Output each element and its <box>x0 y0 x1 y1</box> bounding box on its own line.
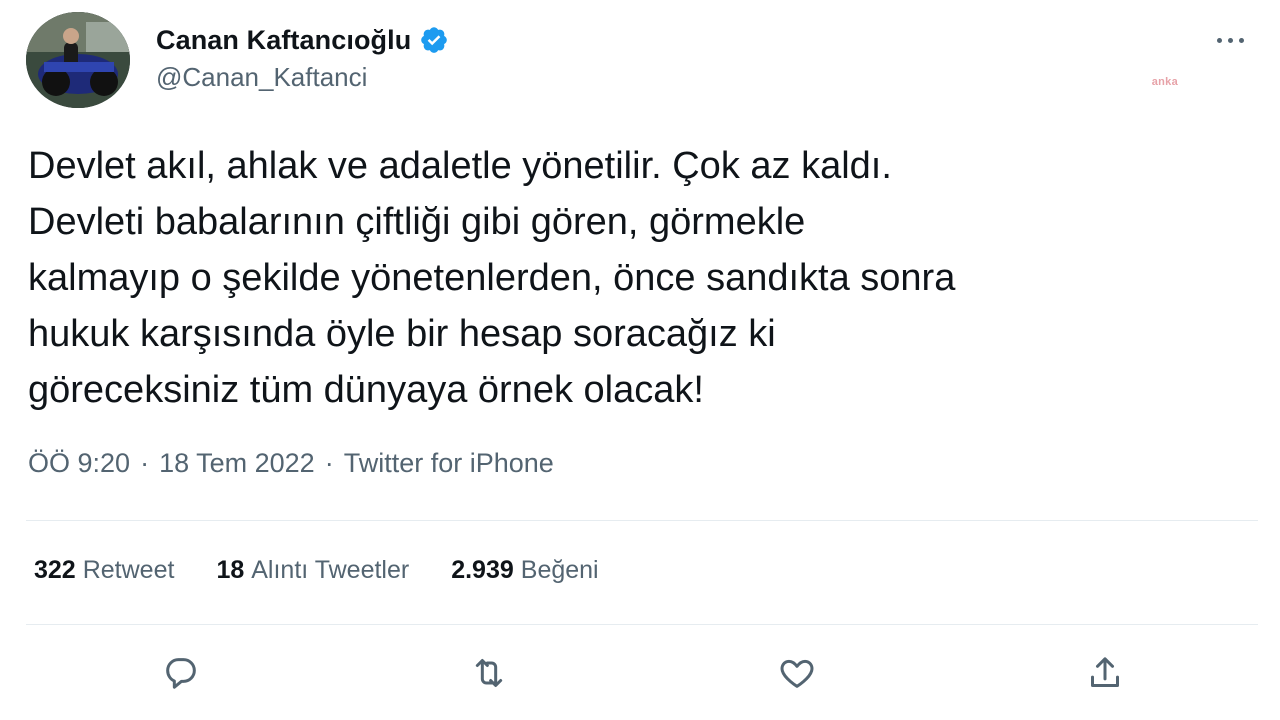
tweet-text: Devlet akıl, ahlak ve adaletle yönetilir… <box>28 138 1258 418</box>
retweet-label: Retweet <box>82 556 175 584</box>
author-info: Canan Kaftancıoğlu @Canan_Kaftanci <box>156 22 449 93</box>
avatar-image <box>26 12 130 108</box>
watermark: anka <box>1151 76 1178 88</box>
share-button[interactable] <box>1082 650 1128 696</box>
more-dot-icon <box>1216 37 1222 43</box>
divider <box>26 624 1258 625</box>
retweet-button[interactable] <box>466 650 512 696</box>
like-label: Beğeni <box>520 556 599 584</box>
more-dot-icon <box>1238 37 1244 43</box>
tweet-metadata: ÖÖ 9:20 · 18 Tem 2022 · Twitter for iPho… <box>28 448 554 479</box>
like-stat[interactable]: 2.939 Beğeni <box>451 556 598 585</box>
tweet-text-line: Devleti babalarının çiftliği gibi gören,… <box>28 201 806 243</box>
tweet-card: Canan Kaftancıoğlu @Canan_Kaftanci anka … <box>0 0 1280 720</box>
quote-label: Alıntı Tweetler <box>251 556 410 584</box>
heart-icon <box>780 659 814 688</box>
meta-separator: · <box>324 448 334 478</box>
tweet-time[interactable]: ÖÖ 9:20 <box>28 448 130 479</box>
reply-icon <box>166 658 196 689</box>
share-icon <box>1091 657 1119 687</box>
tweet-date[interactable]: 18 Tem 2022 <box>159 448 315 479</box>
tweet-text-line: Devlet akıl, ahlak ve adaletle yönetilir… <box>28 145 892 187</box>
quote-stat[interactable]: 18 Alıntı Tweetler <box>216 556 409 585</box>
tweet-actions <box>0 650 1280 696</box>
like-count: 2.939 <box>451 556 514 584</box>
retweet-count: 322 <box>34 556 76 584</box>
meta-separator: · <box>140 448 150 478</box>
retweet-stat[interactable]: 322 Retweet <box>34 556 174 585</box>
reply-button[interactable] <box>158 650 204 696</box>
author-handle[interactable]: @Canan_Kaftanci <box>156 62 449 93</box>
avatar[interactable] <box>26 12 130 108</box>
more-options-button[interactable] <box>1210 28 1250 52</box>
tweet-text-line: hukuk karşısında öyle bir hesap soracağı… <box>28 313 776 355</box>
display-name-row: Canan Kaftancıoğlu <box>156 22 449 58</box>
more-dot-icon <box>1227 37 1233 43</box>
verified-badge-icon <box>419 25 449 55</box>
tweet-stats: 322 Retweet 18 Alıntı Tweetler 2.939 Beğ… <box>34 556 641 585</box>
like-button[interactable] <box>774 650 820 696</box>
tweet-text-line: kalmayıp o şekilde yönetenlerden, önce s… <box>28 257 956 299</box>
retweet-icon <box>475 659 503 687</box>
divider <box>26 520 1258 521</box>
tweet-text-line: göreceksiniz tüm dünyaya örnek olacak! <box>28 369 704 411</box>
display-name[interactable]: Canan Kaftancıoğlu <box>156 25 411 56</box>
quote-count: 18 <box>216 556 245 584</box>
tweet-source[interactable]: Twitter for iPhone <box>344 448 554 479</box>
tweet-header: Canan Kaftancıoğlu @Canan_Kaftanci anka <box>26 12 1250 112</box>
